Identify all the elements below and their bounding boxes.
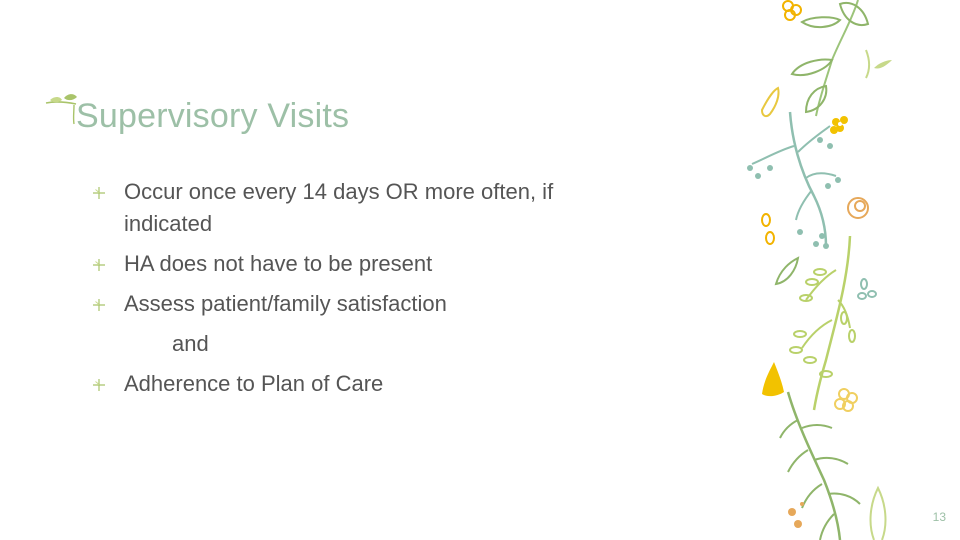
sprout-cross-icon bbox=[93, 299, 105, 311]
bullet-list: Occur once every 14 days OR more often, … bbox=[92, 176, 632, 408]
orange-rose-icon bbox=[847, 197, 869, 219]
bullet-item: Adherence to Plan of Care bbox=[92, 368, 632, 400]
bullet-text: Assess patient/family satisfaction bbox=[124, 291, 447, 316]
continuation-text: and bbox=[172, 331, 209, 356]
bullet-text: HA does not have to be present bbox=[124, 251, 433, 276]
sprout-cross-icon bbox=[93, 259, 105, 271]
sprout-cross-icon bbox=[93, 187, 105, 199]
pale-flower-icon bbox=[834, 388, 858, 412]
botanical-vine-illustration bbox=[747, 0, 892, 540]
bullet-item: HA does not have to be present bbox=[92, 248, 632, 280]
slide-title: Supervisory Visits bbox=[76, 97, 350, 135]
sprout-cross-icon bbox=[93, 379, 105, 391]
bullet-item: Assess patient/family satisfaction bbox=[92, 288, 632, 320]
orange-flower-icon bbox=[782, 0, 802, 21]
slide: Supervisory Visits Occur once every 14 d… bbox=[0, 0, 960, 540]
bullet-text: Occur once every 14 days OR more often, … bbox=[124, 179, 554, 236]
bullet-item: Occur once every 14 days OR more often, … bbox=[92, 176, 632, 240]
page-number: 13 bbox=[932, 510, 946, 524]
bullet-text: Adherence to Plan of Care bbox=[124, 371, 384, 396]
yellow-flower-icon bbox=[830, 116, 848, 134]
